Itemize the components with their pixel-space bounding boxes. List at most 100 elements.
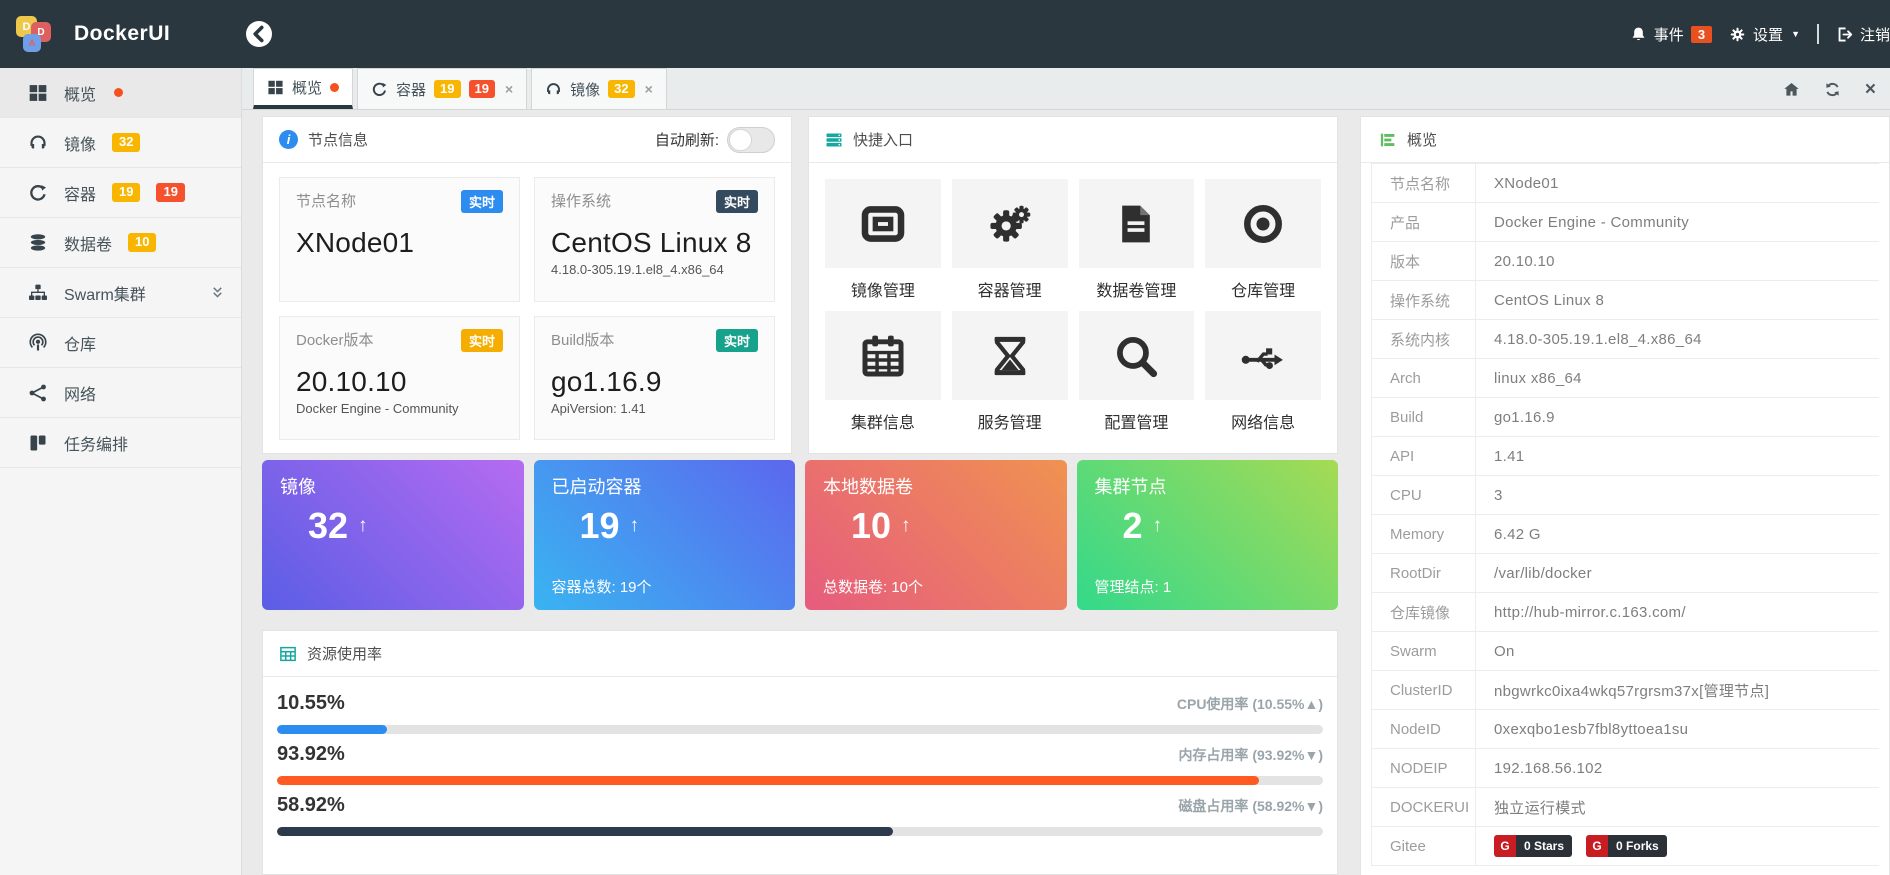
home-icon[interactable] (1783, 81, 1800, 98)
row-value: /var/lib/docker (1494, 564, 1592, 582)
auto-refresh-toggle[interactable] (727, 126, 775, 153)
row-label: Build (1372, 398, 1476, 436)
row-label: 系统内核 (1372, 320, 1476, 358)
row-value: Docker Engine - Community (1494, 213, 1690, 231)
count-badge: 19 (156, 183, 185, 202)
sidebar-item-tasks[interactable]: 任务编排 (0, 418, 241, 468)
row-value: 1.41 (1494, 447, 1525, 465)
quick-entry-hourglass[interactable]: 服务管理 (951, 311, 1068, 433)
card-label: Docker版本 (296, 331, 374, 349)
sidebar-item-label: 概览 (64, 86, 97, 104)
tab-images[interactable]: 镜像 32 × (531, 68, 667, 109)
sidebar-item-network[interactable]: 网络 (0, 368, 241, 418)
unsaved-dot-icon (114, 88, 124, 97)
sidebar-item-label: 网络 (64, 386, 97, 404)
count-badge: 19 (112, 183, 141, 202)
quick-entry-dot-circle[interactable]: 仓库管理 (1205, 179, 1321, 301)
refresh-icon[interactable] (1824, 81, 1841, 98)
active-dot-icon (330, 82, 340, 92)
sidebar-collapse-button[interactable] (246, 21, 272, 47)
row-value: 6.42 G (1494, 525, 1541, 543)
table-row: NodeID 0xexqbo1esb7fbl8yttoea1su (1372, 710, 1879, 749)
resource-percent: 93.92% (277, 743, 345, 765)
sidebar-item-label: 镜像 (64, 136, 97, 154)
quick-entry-search[interactable]: 配置管理 (1078, 311, 1195, 433)
row-label: 操作系统 (1372, 281, 1476, 319)
table-row: 版本 20.10.10 (1372, 242, 1879, 281)
settings-menu[interactable]: 设置 ▼ (1729, 24, 1800, 45)
progress-bar (277, 725, 1323, 734)
resource-label: 磁盘占用率 (58.92%▼) (1178, 798, 1323, 814)
table-row: 仓库镜像 http://hub-mirror.c.163.com/ (1372, 593, 1879, 632)
dockerui-logo-icon: D D A (14, 11, 60, 57)
quick-entry-panel: 快捷入口 镜像管理 容器管理 数据卷管理 仓库管理 集群信息 服务管理 配置管理 网络信息 (808, 116, 1338, 454)
quick-entry-label: 数据卷管理 (1096, 283, 1177, 300)
count-badge: 19 (468, 79, 495, 99)
sitemap-icon (28, 283, 48, 303)
sidebar-item-label: 数据卷 (64, 236, 113, 254)
quick-entry-calendar[interactable]: 集群信息 (825, 311, 941, 433)
events-menu[interactable]: 事件 3 (1630, 24, 1713, 45)
gitee-badge[interactable]: G0 Forks (1586, 835, 1667, 857)
tab-label: 镜像 (570, 81, 601, 99)
tab-close-icon[interactable]: × (645, 82, 653, 96)
tab-overview[interactable]: 概览 (253, 68, 354, 109)
window-icon (860, 201, 906, 247)
dot-circle-icon (1240, 201, 1286, 247)
card-label: 节点名称 (296, 193, 357, 210)
quick-entry-usb[interactable]: 网络信息 (1205, 311, 1321, 433)
table-row: 产品 Docker Engine - Community (1372, 203, 1879, 242)
stat-value: 19 (579, 505, 620, 546)
tab-label: 容器 (396, 81, 427, 99)
table-row: Swarm On (1372, 632, 1879, 671)
sidebar-item-swarm[interactable]: Swarm集群 (0, 268, 241, 318)
navbar-divider (1816, 24, 1819, 44)
sidebar-item-volumes[interactable]: 数据卷 10 (0, 218, 241, 268)
table-row: Memory 6.42 G (1372, 515, 1879, 554)
tab-containers[interactable]: 容器 19 19 × (357, 68, 528, 109)
sidebar: 概览 镜像 32 容器 19 19 数据卷 10 Swarm集群 仓库 网络 任务编排 (0, 68, 242, 875)
realtime-badge: 实时 (715, 328, 758, 352)
gears-icon (987, 201, 1033, 247)
chevrons-down-icon[interactable] (210, 285, 225, 300)
row-value: 4.18.0-305.19.1.el8_4.x86_64 (1494, 330, 1702, 348)
stat-title: 本地数据卷 (823, 477, 913, 497)
file-text-icon (1113, 201, 1159, 247)
row-value: go1.16.9 (1494, 408, 1555, 426)
headset-icon (545, 81, 562, 98)
close-all-icon[interactable]: × (1865, 80, 1876, 99)
logout-button[interactable]: 注销 (1836, 24, 1890, 45)
table-row: DOCKERUI 独立运行模式 (1372, 788, 1879, 827)
windows-icon (267, 79, 284, 96)
table-row: Gitee G 0 Stars G 0 Forks (1372, 827, 1879, 866)
stat-title: 镜像 (280, 477, 316, 497)
gitee-badge[interactable]: G0 Stars (1494, 835, 1573, 857)
row-value: On (1494, 642, 1515, 660)
quick-entry-gears[interactable]: 容器管理 (951, 179, 1068, 301)
quick-entry-file-text[interactable]: 数据卷管理 (1078, 179, 1195, 301)
count-badge: 19 (434, 79, 461, 99)
chevron-left-icon (253, 25, 264, 43)
card-label: 操作系统 (551, 193, 612, 210)
resource-label: 内存占用率 (93.92%▼) (1178, 747, 1323, 763)
sidebar-item-registry[interactable]: 仓库 (0, 318, 241, 368)
stat-subtext: 总数据卷: 10个 (823, 579, 924, 596)
row-label: Gitee (1372, 827, 1476, 865)
tab-actions: × (1783, 68, 1876, 110)
row-label: CPU (1372, 476, 1476, 514)
count-badge: 32 (608, 79, 635, 99)
sidebar-item-overview[interactable]: 概览 (0, 68, 241, 118)
row-value: 192.168.56.102 (1494, 759, 1603, 777)
sidebar-item-images[interactable]: 镜像 32 (0, 118, 241, 168)
quick-entry-label: 服务管理 (977, 415, 1042, 432)
card-label: Build版本 (551, 331, 615, 349)
realtime-badge: 实时 (460, 190, 503, 213)
loop-icon (28, 183, 48, 203)
quick-entry-window[interactable]: 镜像管理 (825, 179, 941, 301)
node-info-card: 节点名称 实时 XNode01 (279, 177, 520, 302)
sidebar-item-containers[interactable]: 容器 19 19 (0, 168, 241, 218)
windows-icon (28, 83, 48, 103)
top-navbar: D D A DockerUI 事件 3 设置 ▼ 注销 (0, 0, 1890, 68)
tab-bar: 概览 容器 19 19 × 镜像 32 × × (242, 68, 1890, 110)
tab-close-icon[interactable]: × (505, 82, 513, 96)
